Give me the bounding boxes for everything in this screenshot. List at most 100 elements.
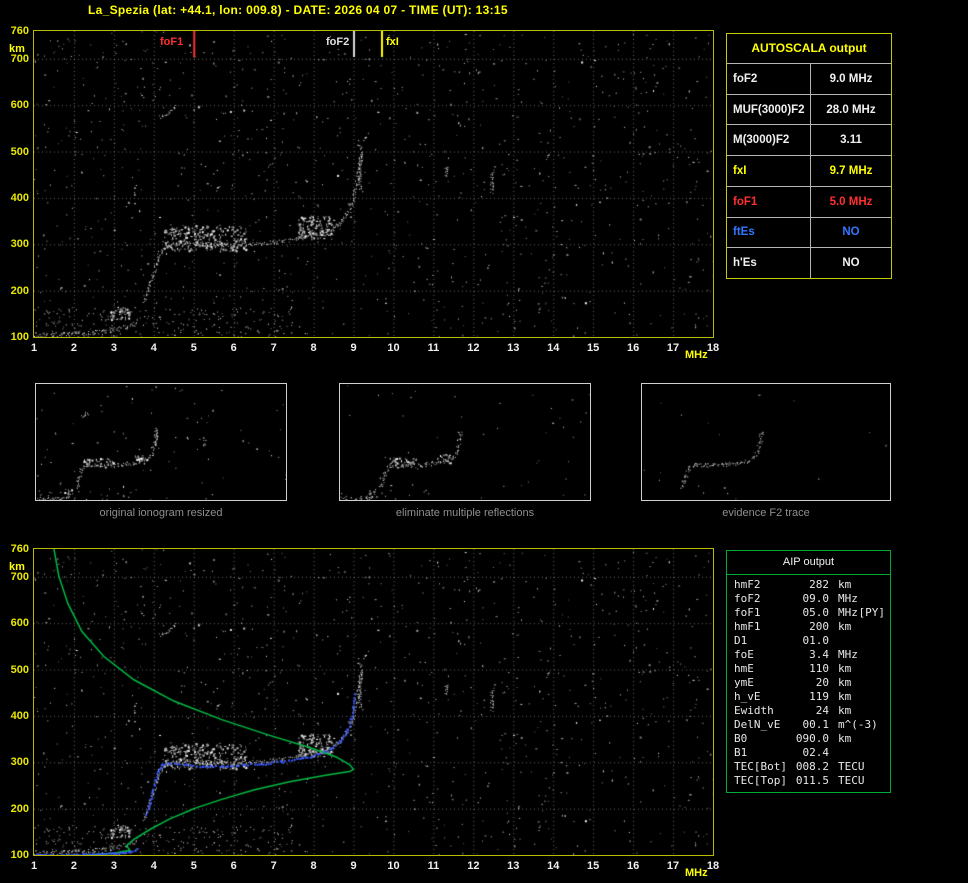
aip-row-value: 02.4 xyxy=(802,746,830,759)
y-axis-tick: 200 xyxy=(10,284,29,297)
aip-row: D1 01.0 xyxy=(727,634,890,648)
y-axis-tick: 500 xyxy=(10,145,29,158)
aip-row: foF1 05.0 MHz [PY] xyxy=(727,606,890,620)
aip-row-name: foF1 xyxy=(734,606,761,619)
autoscala-row: MUF(3000)F2 28.0 MHz xyxy=(727,94,891,126)
x-axis-tick: 4 xyxy=(150,860,157,872)
aip-row-name: ymE xyxy=(734,676,754,689)
ionogram-profile-canvas xyxy=(34,549,713,855)
aip-row-value: 24 xyxy=(815,704,829,717)
autoscala-row-label: fxI xyxy=(727,156,811,186)
aip-row-name: DelN_vE xyxy=(734,718,781,731)
y-axis-unit-label: km xyxy=(9,43,25,55)
aip-row: TEC[Top] 011.5 TECU xyxy=(727,774,890,788)
x-axis-unit-label: MHz xyxy=(685,867,708,879)
aip-row-name: B1 xyxy=(734,746,748,759)
aip-row-value: 008.2 xyxy=(795,760,829,773)
y-axis-tick: 300 xyxy=(10,756,29,769)
aip-row-name: hmF1 xyxy=(734,620,761,633)
autoscala-row: foF1 5.0 MHz xyxy=(727,186,891,218)
aip-row-value: 110 xyxy=(809,662,829,675)
aip-row-name: h_vE xyxy=(734,690,761,703)
aip-row-unit: km xyxy=(838,578,852,591)
aip-row-unit: MHz xyxy=(838,592,858,605)
aip-row-unit: km xyxy=(838,690,852,703)
aip-row-name: TEC[Bot] xyxy=(734,760,787,773)
aip-row-name: D1 xyxy=(734,634,748,647)
aip-row: hmE 110 km xyxy=(727,662,890,676)
autoscala-row: foF2 9.0 MHz xyxy=(727,64,891,95)
x-axis-tick: 16 xyxy=(626,342,640,354)
aip-row-unit: m^(-3) xyxy=(838,718,878,731)
x-axis-tick: 14 xyxy=(547,342,560,354)
x-axis-tick: 10 xyxy=(387,860,400,872)
aip-row-unit: km xyxy=(838,662,852,675)
aip-row-unit: km xyxy=(838,676,852,689)
x-axis-tick: 6 xyxy=(230,860,237,872)
aip-row-value: 090.0 xyxy=(795,732,829,745)
aip-row-unit: MHz xyxy=(838,606,858,619)
aip-row-value: 119 xyxy=(809,690,829,703)
aip-row-name: foE xyxy=(734,648,754,661)
aip-row: ymE 20 km xyxy=(727,676,890,690)
thumbnail-f2-canvas xyxy=(642,384,890,500)
x-axis-tick: 2 xyxy=(70,342,77,354)
aip-row-unit: MHz xyxy=(838,648,858,661)
x-axis-tick: 9 xyxy=(350,342,357,354)
x-axis-tick: 1 xyxy=(30,342,38,354)
y-axis-tick: 300 xyxy=(10,238,29,251)
fof2-marker-label: foF2 xyxy=(326,36,350,48)
x-axis-tick: 17 xyxy=(666,342,680,354)
thumbnail-caption-evidence: evidence F2 trace xyxy=(722,507,810,519)
autoscala-row-label: M(3000)F2 xyxy=(727,125,811,156)
x-axis-tick: 13 xyxy=(507,342,520,354)
aip-row-unit: TECU xyxy=(838,760,865,773)
aip-row: h_vE 119 km xyxy=(727,690,890,704)
x-axis-tick: 7 xyxy=(270,860,277,872)
autoscala-title: AUTOSCALA output xyxy=(727,34,891,64)
autoscala-row: ftEs NO xyxy=(727,217,891,249)
autoscala-row-label: MUF(3000)F2 xyxy=(727,94,811,125)
aip-row-unit: km xyxy=(838,732,852,745)
aip-row-name: hmF2 xyxy=(734,578,761,591)
x-axis-tick: 5 xyxy=(190,860,197,872)
aip-row-unit: km xyxy=(838,704,852,717)
x-axis-tick: 11 xyxy=(427,342,440,354)
autoscala-row-label: foF2 xyxy=(727,64,811,94)
x-axis-tick: 16 xyxy=(626,860,640,872)
thumbnail-clean-canvas xyxy=(340,384,590,500)
y-axis-tick: 600 xyxy=(10,617,29,630)
aip-row: foE 3.4 MHz xyxy=(727,648,890,662)
autoscala-panel: AUTOSCALA output foF2 9.0 MHz MUF(3000)F2 2… xyxy=(726,33,892,279)
autoscala-row: M(3000)F2 3.11 xyxy=(727,125,891,157)
x-axis-tick: 17 xyxy=(666,860,680,872)
aip-row-unit: TECU xyxy=(838,774,865,787)
x-axis-tick: 2 xyxy=(70,860,77,872)
x-axis-tick: 4 xyxy=(150,342,157,354)
autoscala-row-value: 9.7 MHz xyxy=(829,165,873,178)
aip-row: Ewidth 24 km xyxy=(727,704,890,718)
y-axis-tick: 760 xyxy=(10,25,29,37)
aip-row-value: 20 xyxy=(815,676,829,689)
aip-row-name: B0 xyxy=(734,732,748,745)
aip-row: TEC[Bot] 008.2 TECU xyxy=(727,760,890,774)
y-axis-tick: 760 xyxy=(10,543,29,555)
aip-row-value: 01.0 xyxy=(802,634,830,647)
ionogram-plot: foF1 foF2 fxI xyxy=(33,30,714,338)
x-axis-tick: 10 xyxy=(387,342,400,354)
autoscala-row-label: ftEs xyxy=(727,217,811,248)
x-axis-tick: 3 xyxy=(110,342,117,354)
x-axis-tick: 8 xyxy=(310,342,317,354)
fof1-marker-label: foF1 xyxy=(160,36,184,48)
x-axis-tick: 9 xyxy=(350,860,357,872)
autoscala-rows: foF2 9.0 MHz MUF(3000)F2 28.0 MHz M(3000)F2 3… xyxy=(727,64,891,279)
thumbnail-caption-original: original ionogram resized xyxy=(99,507,223,519)
thumbnail-original-ionogram xyxy=(35,383,287,501)
autoscala-row-value: NO xyxy=(842,257,860,270)
aip-row: hmF1 200 km xyxy=(727,620,890,634)
aip-row-value: 09.0 xyxy=(802,592,830,605)
aip-row-value: 05.0 xyxy=(802,606,830,619)
x-axis-tick: 13 xyxy=(507,860,520,872)
aip-title: AIP output xyxy=(727,551,890,575)
aip-row: DelN_vE 00.1 m^(-3) xyxy=(727,718,890,732)
